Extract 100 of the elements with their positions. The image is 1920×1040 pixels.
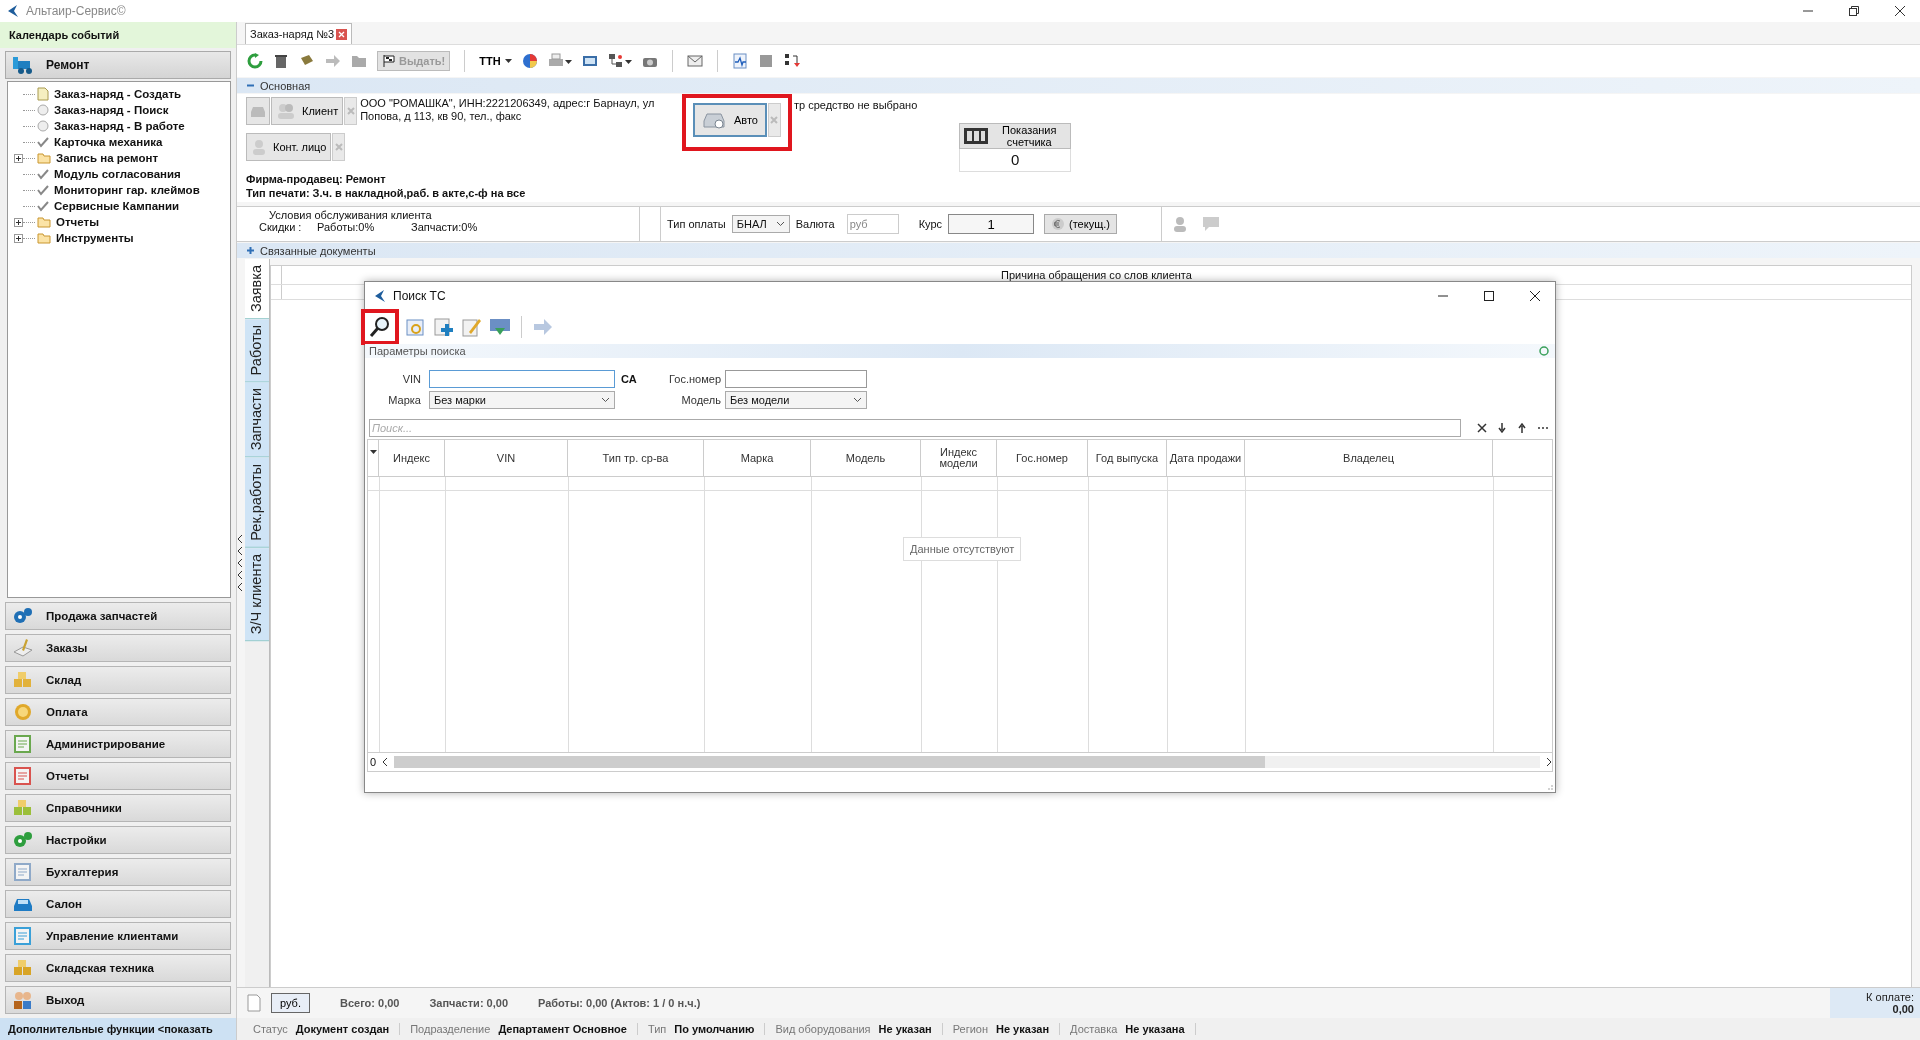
extra-functions-link[interactable]: Дополнительные функции <показать [0,1018,236,1040]
close-icon[interactable] [1894,5,1906,17]
restore-icon[interactable] [1848,5,1860,17]
currency-button[interactable]: руб. [271,993,310,1013]
currency-field[interactable]: руб [846,214,899,234]
parts-amount: Запчасти: 0,00 [429,997,508,1009]
scrollbar-thumb[interactable] [394,756,1265,768]
chevrons-left-icon[interactable] [237,533,243,593]
transfer-icon[interactable] [783,53,800,69]
rate-field[interactable]: 1 [948,214,1035,234]
resize-grip-icon[interactable] [1545,782,1553,790]
pie-chart-icon[interactable] [521,53,538,69]
module-button[interactable]: Справочники [5,794,231,822]
side-tab[interactable]: Заявка [245,259,269,320]
clear-icon [334,143,343,151]
refresh-list-icon[interactable] [405,316,427,338]
module-button[interactable]: Управление клиентами [5,922,231,950]
client-info-line: ООО "РОМАШКА", ИНН:2221206349, адрес:г Барнаул, ул [360,97,655,110]
side-tab[interactable]: Запчасти [245,382,269,458]
contact-person-button[interactable]: Конт. лицо [246,133,332,161]
tree-item[interactable]: Запись на ремонт [56,152,159,164]
column-header[interactable]: Индекс [379,440,445,476]
column-header[interactable]: Марка [704,440,811,476]
repair-section-header[interactable]: Ремонт [5,51,231,79]
clipboard-icon [12,734,34,754]
clear-icon[interactable] [1477,423,1487,433]
tree-item[interactable]: Заказ-наряд - Поиск [54,104,169,116]
refresh-icon[interactable] [247,53,263,69]
column-header[interactable]: Год выпуска [1088,440,1167,476]
square-icon[interactable] [757,53,774,69]
current-rate-button[interactable]: (текущ.) [1044,214,1117,234]
edit-icon[interactable] [461,316,483,338]
chevron-down-icon [853,397,862,403]
folder-icon [37,152,51,164]
vehicle-button[interactable]: Авто [693,103,767,137]
module-button[interactable]: Настройки [5,826,231,854]
module-button[interactable]: Выход [5,986,231,1014]
network-icon[interactable] [607,53,632,69]
section-title: Параметры поиска [369,345,466,357]
search-field[interactable]: Поиск... [369,419,1461,437]
tree-item[interactable]: Заказ-наряд - В работе [54,120,185,132]
tree-item[interactable]: Сервисные Кампании [54,200,180,212]
tree-item[interactable]: Мониторинг гар. клеймов [54,184,200,196]
expand-icon[interactable] [14,233,23,243]
module-button[interactable]: Оплата [5,698,231,726]
odometer-button[interactable]: Показания счетчика [959,123,1072,149]
arrow-down-icon[interactable] [1497,423,1507,433]
client-button[interactable]: Клиент [271,97,344,125]
side-tab[interactable]: З/Ч клиента [245,547,269,641]
tree-item[interactable]: Отчеты [56,216,99,228]
vin-field[interactable] [429,370,615,388]
column-header[interactable]: Модель [811,440,921,476]
related-documents-header[interactable]: Связанные документы [237,243,1920,258]
column-header[interactable]: Индекс модели [921,440,997,476]
column-header[interactable]: Гос.номер [997,440,1088,476]
column-header[interactable]: Владелец [1245,440,1493,476]
module-button[interactable]: Бухгалтерия [5,858,231,886]
ttn-button[interactable]: ТТН [479,55,512,67]
search-params-header[interactable]: Параметры поиска [365,344,1555,358]
document-tab[interactable]: Заказ-наряд №3 [245,23,353,44]
tree-item[interactable]: Инструменты [56,232,134,244]
module-button[interactable]: Заказы [5,634,231,662]
expand-icon[interactable] [14,217,23,227]
expand-icon[interactable] [14,153,23,163]
printer-icon[interactable] [547,53,572,69]
column-header[interactable]: Дата продажи [1167,440,1245,476]
scroll-right-icon[interactable] [1546,757,1552,767]
add-icon[interactable] [433,316,455,338]
module-button[interactable]: Администрирование [5,730,231,758]
payment-type-select[interactable]: БНАЛ [731,215,790,233]
folder-icon[interactable] [351,53,367,69]
envelope-icon[interactable] [686,53,703,69]
side-tab[interactable]: Рек.работы [245,457,269,548]
caret-icon[interactable] [369,450,377,454]
model-select[interactable]: Без модели [725,391,867,409]
column-header[interactable]: VIN [445,440,568,476]
calendar-panel-header[interactable]: Календарь событий [0,22,236,48]
column-header[interactable]: Тип тр. ср-ва [568,440,704,476]
module-button[interactable]: Продажа запчастей [5,602,231,630]
status-value: Не указан [878,1023,932,1035]
column-header[interactable]: Причина обращения со слов клиента [282,266,1911,284]
search-icon[interactable] [369,316,391,338]
arrow-up-icon[interactable] [1517,423,1527,433]
tree-item[interactable]: Карточка механика [54,136,163,148]
trash-icon[interactable] [273,53,289,69]
maximize-icon[interactable] [1483,290,1495,302]
module-button[interactable]: Отчеты [5,762,231,790]
pulse-document-icon[interactable] [731,53,748,69]
module-button[interactable]: Склад [5,666,231,694]
module-button[interactable]: Салон [5,890,231,918]
side-tab[interactable]: Работы [245,319,269,383]
plate-field[interactable] [725,370,867,388]
make-select[interactable]: Без марки [429,391,615,409]
tree-item[interactable]: Модуль согласования [54,168,181,180]
module-button[interactable]: Складская техника [5,954,231,982]
main-section-header[interactable]: Основная [237,78,1920,93]
tree-item[interactable]: Заказ-наряд - Создать [54,88,182,100]
app-title: Альтаир-Сервис© [26,4,126,18]
scroll-left-icon[interactable] [382,757,389,767]
close-icon[interactable] [1529,290,1541,302]
